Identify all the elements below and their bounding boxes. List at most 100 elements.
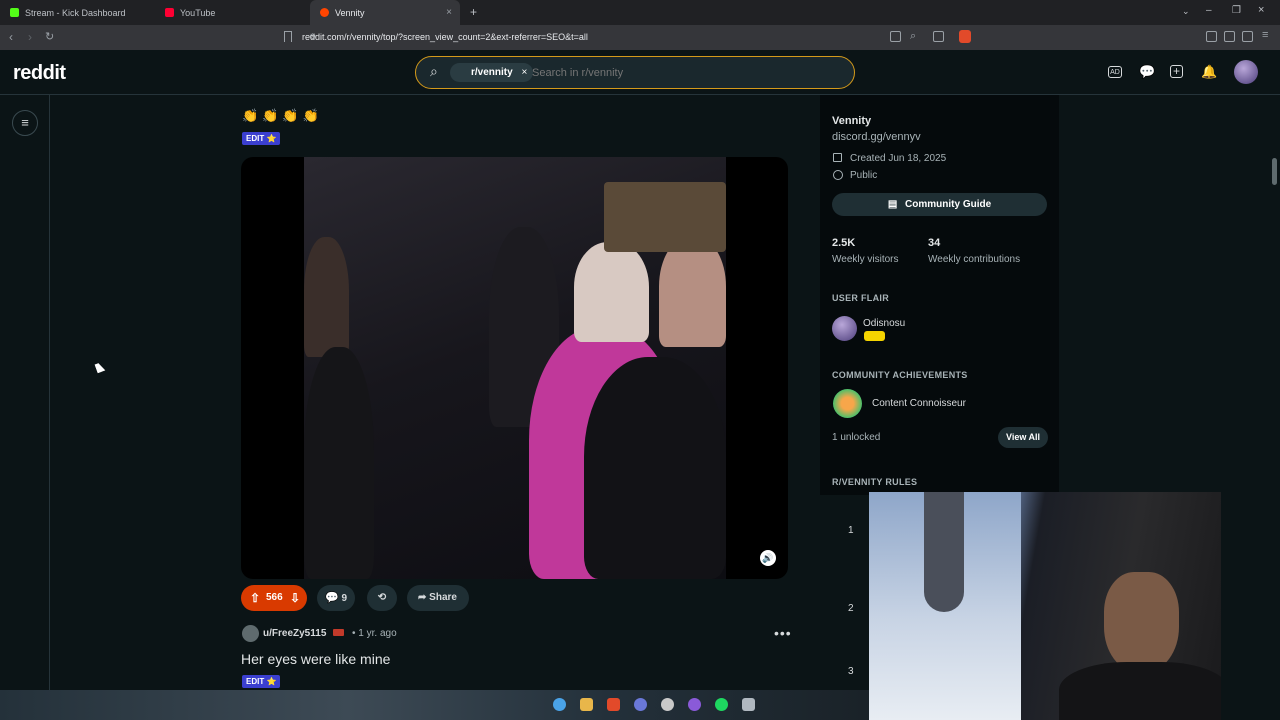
video-figure bbox=[659, 237, 726, 347]
address-bar[interactable]: reddit.com/r/vennity/top/?screen_view_co… bbox=[302, 29, 982, 46]
comment-count: 9 bbox=[341, 593, 348, 604]
sidebar-icon[interactable] bbox=[1242, 31, 1253, 42]
tab-label: YouTube bbox=[180, 7, 216, 18]
taskbar-app-icon[interactable] bbox=[742, 698, 755, 711]
rules-heading: R/VENNITY RULES bbox=[832, 477, 918, 487]
notifications-icon[interactable]: 🔔 bbox=[1201, 64, 1217, 80]
downvote-icon[interactable]: ⇩ bbox=[290, 591, 300, 605]
chat-icon[interactable]: 💬 bbox=[1139, 64, 1155, 80]
user-flair-heading: USER FLAIR bbox=[832, 293, 889, 303]
crosspost-button[interactable]: ⟲ bbox=[367, 585, 397, 611]
weekly-contrib-value: 34 bbox=[928, 237, 941, 249]
taskbar-app-icon[interactable] bbox=[607, 698, 620, 711]
reddit-logo[interactable]: reddit bbox=[13, 62, 66, 85]
webcam-overlay bbox=[869, 492, 1221, 720]
post-author[interactable]: u/FreeZy5115 bbox=[263, 628, 326, 639]
created-date: Created Jun 18, 2025 bbox=[850, 153, 947, 164]
taskbar-app-icon[interactable] bbox=[661, 698, 674, 711]
bookmark-icon[interactable] bbox=[284, 31, 292, 42]
translate-icon[interactable] bbox=[890, 31, 901, 42]
close-icon[interactable]: × bbox=[521, 67, 527, 78]
search-scope-chip[interactable]: r/vennity × bbox=[450, 63, 534, 82]
visibility: Public bbox=[850, 170, 878, 181]
community-guide-label: Community Guide bbox=[905, 199, 992, 210]
scrollbar-thumb[interactable] bbox=[1272, 158, 1277, 185]
share-icon: ➦ bbox=[418, 592, 427, 603]
taskbar-app-icon[interactable] bbox=[580, 698, 593, 711]
webcam-person-body bbox=[1059, 662, 1221, 720]
share-button[interactable]: ➦ Share bbox=[407, 585, 469, 611]
reading-list-icon[interactable] bbox=[1224, 31, 1235, 42]
post-age: • 1 yr. ago bbox=[352, 628, 397, 639]
user-badge-icon bbox=[333, 629, 344, 636]
rule-item[interactable]: 1 bbox=[848, 525, 854, 536]
tab-vennity[interactable]: Vennity × bbox=[310, 0, 460, 25]
video-frame bbox=[304, 157, 726, 579]
crosspost-icon: ⟲ bbox=[377, 592, 387, 603]
tab-youtube[interactable]: YouTube bbox=[155, 0, 310, 25]
youtube-icon bbox=[165, 8, 174, 17]
weekly-visitors-value: 2.5K bbox=[832, 237, 856, 249]
ad-icon[interactable]: AD bbox=[1108, 66, 1122, 78]
left-nav-rail bbox=[0, 95, 50, 690]
minimize-icon[interactable]: – bbox=[1206, 5, 1212, 16]
video-window bbox=[604, 182, 726, 252]
upvote-icon[interactable]: ⇧ bbox=[250, 591, 260, 605]
tab-label: Stream - Kick Dashboard bbox=[25, 7, 126, 18]
extensions-icon[interactable] bbox=[1206, 31, 1217, 42]
achievement-name: Content Connoisseur bbox=[872, 398, 966, 409]
new-tab-icon[interactable]: + bbox=[470, 5, 477, 19]
mute-icon[interactable]: 🔊 bbox=[760, 550, 776, 566]
zoom-icon[interactable]: ⌕ bbox=[910, 30, 916, 43]
kick-icon bbox=[10, 8, 19, 17]
os-taskbar bbox=[0, 690, 869, 720]
maximize-icon[interactable]: ❐ bbox=[1232, 5, 1241, 16]
rule-item[interactable]: 3 bbox=[848, 666, 854, 677]
post-author-avatar[interactable] bbox=[242, 625, 259, 642]
post-title[interactable]: Her eyes were like mine bbox=[241, 651, 390, 667]
video-figure bbox=[304, 237, 349, 357]
comments-button[interactable]: 💬 9 bbox=[317, 585, 355, 611]
search-input[interactable] bbox=[532, 64, 832, 81]
cast-icon[interactable] bbox=[933, 31, 944, 42]
user-flair-badge-icon bbox=[864, 331, 885, 341]
taskbar-app-icon[interactable] bbox=[688, 698, 701, 711]
taskbar-app-icon[interactable] bbox=[634, 698, 647, 711]
taskbar-app-icon[interactable] bbox=[715, 698, 728, 711]
back-icon[interactable]: ‹ bbox=[9, 30, 13, 44]
brave-shield-icon[interactable] bbox=[959, 30, 971, 43]
create-icon[interactable]: + bbox=[1170, 65, 1183, 78]
community-link[interactable]: discord.gg/vennyv bbox=[832, 131, 921, 143]
reload-icon[interactable]: ↻ bbox=[45, 30, 54, 43]
community-guide-button[interactable]: ▤ Community Guide bbox=[832, 193, 1047, 216]
view-all-button[interactable]: View All bbox=[998, 427, 1048, 448]
weekly-visitors-label: Weekly visitors bbox=[832, 254, 899, 265]
tab-label: Vennity bbox=[335, 7, 365, 18]
tab-close-icon[interactable]: × bbox=[446, 7, 452, 18]
post-flair[interactable]: EDIT ⭐ bbox=[242, 132, 281, 145]
window-close-icon[interactable]: × bbox=[1258, 4, 1264, 16]
post-flair[interactable]: EDIT ⭐ bbox=[242, 675, 281, 688]
reddit-icon bbox=[320, 8, 329, 17]
vote-count: 566 bbox=[266, 592, 283, 603]
tab-kick-dashboard[interactable]: Stream - Kick Dashboard bbox=[0, 0, 155, 25]
trophy-icon bbox=[833, 389, 862, 418]
avatar[interactable] bbox=[1234, 60, 1258, 84]
video-player[interactable] bbox=[241, 157, 788, 579]
webcam-background-figure bbox=[924, 492, 964, 612]
mouse-cursor bbox=[94, 361, 106, 374]
more-options-icon[interactable]: ••• bbox=[774, 625, 792, 641]
video-figure bbox=[304, 347, 374, 579]
tab-search-icon[interactable]: ⌄ bbox=[1182, 6, 1190, 17]
search-icon: ⌕ bbox=[430, 63, 438, 79]
menu-icon[interactable]: ≡ bbox=[1262, 29, 1268, 41]
search-scope-label: r/vennity bbox=[471, 67, 513, 78]
hamburger-menu-icon[interactable]: ≡ bbox=[12, 110, 38, 136]
community-name: Vennity bbox=[832, 115, 872, 127]
rule-item[interactable]: 2 bbox=[848, 603, 854, 614]
achievements-heading: COMMUNITY ACHIEVEMENTS bbox=[832, 370, 968, 380]
taskbar-app-icon[interactable] bbox=[553, 698, 566, 711]
vote-control: ⇧ 566 ⇩ bbox=[241, 585, 307, 611]
forward-icon[interactable]: › bbox=[28, 30, 32, 44]
user-flair-name[interactable]: Odisnosu bbox=[863, 318, 905, 329]
